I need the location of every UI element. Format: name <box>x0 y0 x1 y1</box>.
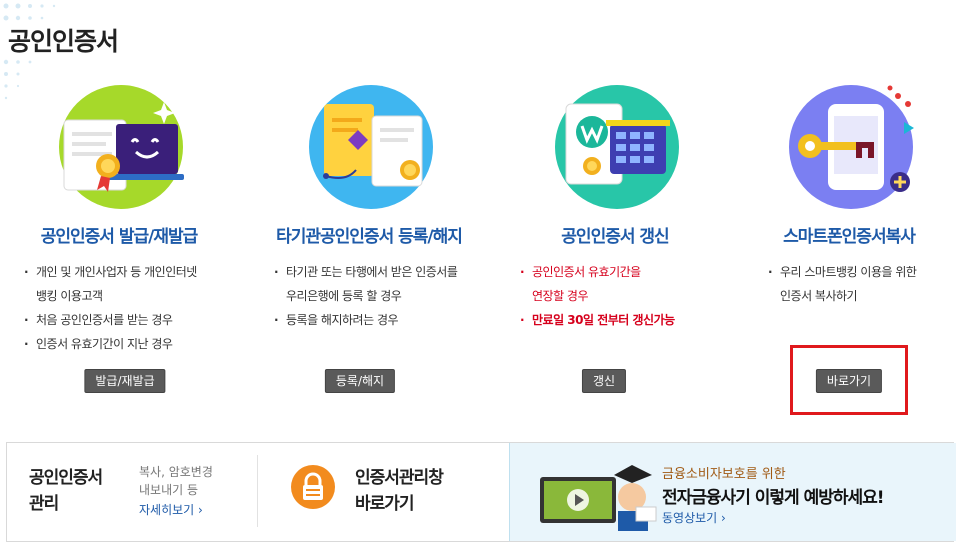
list-item: 우리은행에 등록 할 경우 <box>286 289 402 303</box>
list-item: 만료일 30일 전부터 갱신가능 <box>520 308 675 332</box>
banner-subtitle: 금융소비자보호를 위한 <box>662 467 786 482</box>
list-item: 우리 스마트뱅킹 이용을 위한 <box>768 260 917 284</box>
list-item: 연장할 경우 <box>532 289 589 303</box>
card-title: 스마트폰인증서복사 <box>783 227 916 247</box>
page-title: 공인인증서 <box>8 27 119 56</box>
list-item: 타기관 또는 타행에서 받은 인증서를 <box>274 260 458 284</box>
lock-icon[interactable] <box>291 465 335 509</box>
certificate-scroll-icon <box>309 85 433 209</box>
card-description-list: 공인인증서 유효기간을 연장할 경우 만료일 30일 전부터 갱신가능 <box>520 260 675 332</box>
card-issue-certificate: 공인인증서 발급/재발급 개인 및 개인사업자 등 개인인터넷 뱅킹 이용고객 … <box>4 82 234 412</box>
certificate-laptop-icon <box>59 85 184 209</box>
card-description-list: 우리 스마트뱅킹 이용을 위한 인증서 복사하기 <box>768 260 917 308</box>
list-item: 뱅킹 이용고객 <box>36 289 103 303</box>
register-cancel-button[interactable]: 등록/해지 <box>324 369 396 393</box>
issue-reissue-button[interactable]: 발급/재발급 <box>84 369 166 393</box>
highlight-box <box>790 345 908 415</box>
list-item: 공인인증서 유효기간을 <box>520 260 675 284</box>
certificate-management-title: 공인인증서 관리 <box>29 468 103 514</box>
bottom-links-panel: 공인인증서 관리 복사, 암호변경 내보내기 등 자세히보기 › 인증서관리창 … <box>6 442 956 542</box>
card-register-other-certificate: 타기관공인인증서 등록/해지 타기관 또는 타행에서 받은 인증서를 우리은행에… <box>254 82 484 412</box>
renew-button[interactable]: 갱신 <box>581 369 627 393</box>
card-renew-certificate: 공인인증서 갱신 공인인증서 유효기간을 연장할 경우 만료일 30일 전부터 … <box>500 82 730 412</box>
video-thumbnail-icon <box>540 465 657 531</box>
certificate-calculator-icon <box>555 85 679 209</box>
list-item: 인증서 유효기간이 지난 경우 <box>24 332 197 356</box>
watch-video-link[interactable]: 동영상보기 › <box>662 509 726 526</box>
smartphone-key-icon <box>789 85 914 209</box>
list-item: 개인 및 개인사업자 등 개인인터넷 <box>24 260 197 284</box>
certificate-management-description: 복사, 암호변경 내보내기 등 <box>139 465 213 497</box>
details-link[interactable]: 자세히보기 › <box>139 501 203 518</box>
fraud-prevention-banner[interactable]: 금융소비자보호를 위한 전자금융사기 이렇게 예방하세요! 동영상보기 › <box>509 443 956 541</box>
list-item: 인증서 복사하기 <box>780 289 858 303</box>
list-item: 처음 공인인증서를 받는 경우 <box>24 308 197 332</box>
card-title: 공인인증서 발급/재발급 <box>40 227 199 247</box>
card-title: 타기관공인인증서 등록/해지 <box>276 227 463 247</box>
certificate-window-link[interactable]: 인증서관리창 바로가기 <box>355 465 444 517</box>
divider <box>257 455 258 527</box>
banner-title: 전자금융사기 이렇게 예방하세요! <box>662 488 885 508</box>
card-description-list: 타기관 또는 타행에서 받은 인증서를 우리은행에 등록 할 경우 등록을 해지… <box>274 260 458 332</box>
card-title: 공인인증서 갱신 <box>561 227 669 247</box>
list-item: 등록을 해지하려는 경우 <box>274 308 457 332</box>
card-description-list: 개인 및 개인사업자 등 개인인터넷 뱅킹 이용고객 처음 공인인증서를 받는 … <box>24 260 197 356</box>
